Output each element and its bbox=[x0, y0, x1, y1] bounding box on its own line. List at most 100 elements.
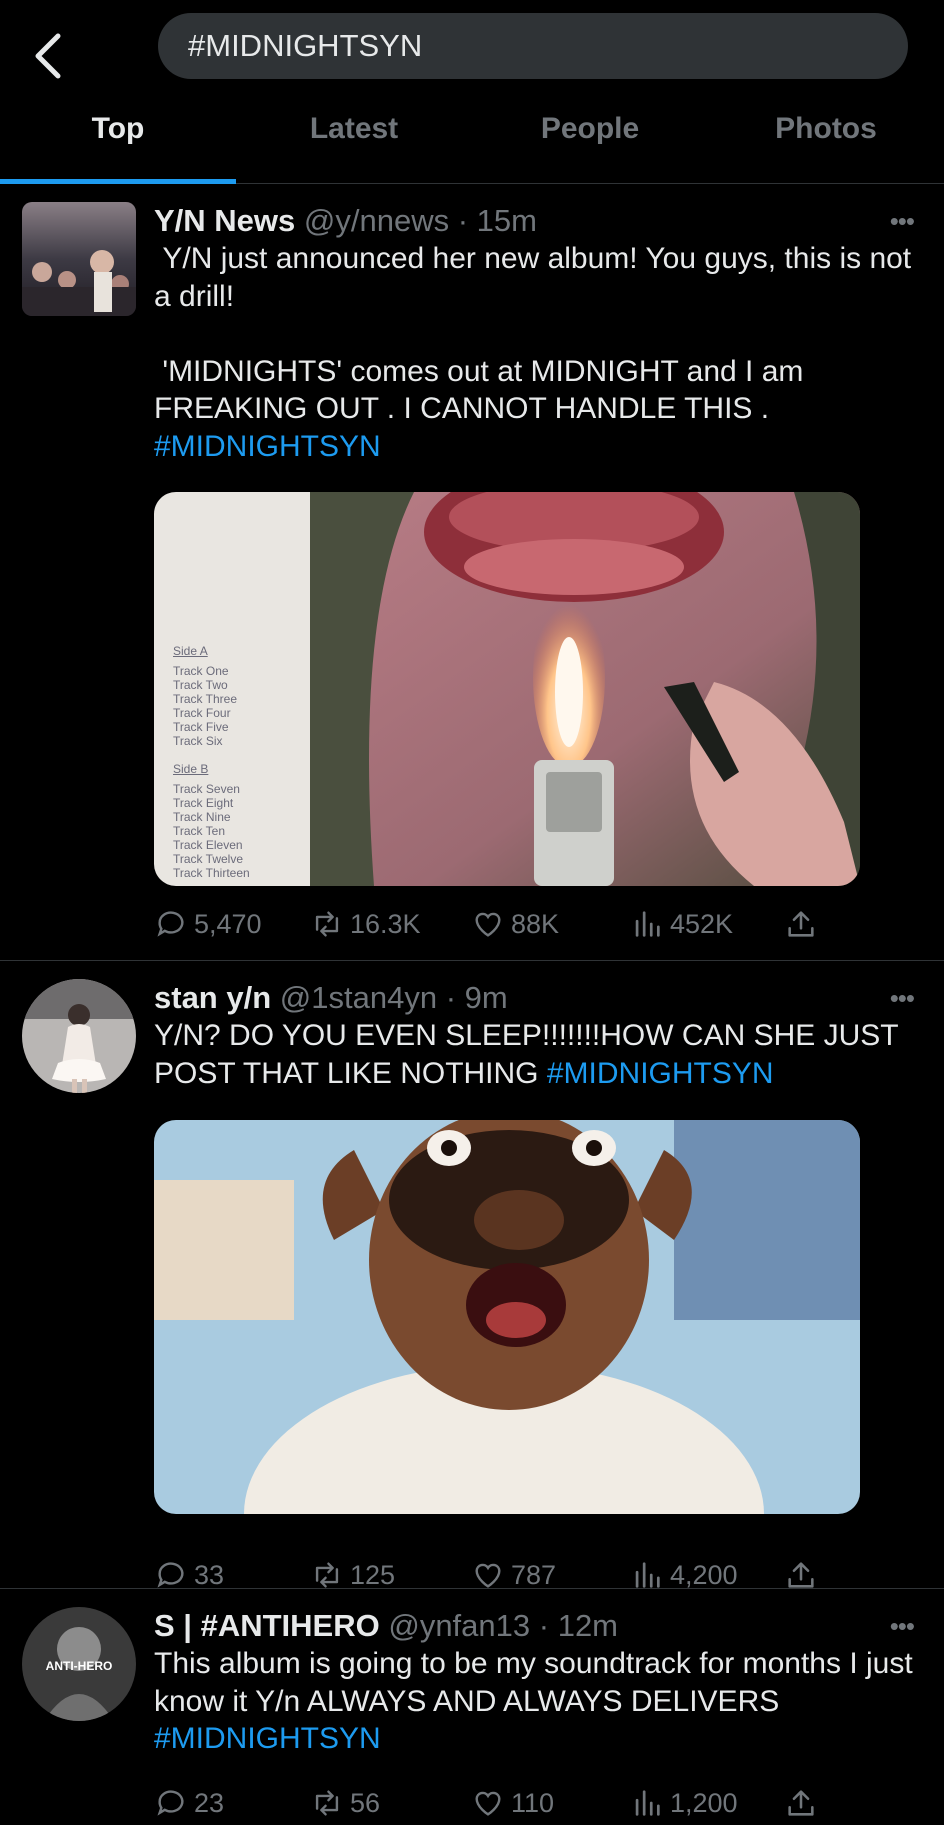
track-title: Track Eleven bbox=[173, 838, 243, 852]
tweet-text: Y/N? DO YOU EVEN SLEEP!!!!!!!HOW CAN SHE… bbox=[154, 1017, 914, 1092]
views-button[interactable]: 1,200 bbox=[630, 1781, 738, 1825]
track-title: Track Three bbox=[173, 692, 238, 706]
like-count: 110 bbox=[511, 1787, 555, 1818]
track-title: Track Ten bbox=[173, 824, 226, 838]
retweet-icon bbox=[315, 1790, 339, 1816]
views-icon bbox=[635, 911, 660, 937]
tweet-text: This album is going to be my soundtrack … bbox=[154, 1645, 914, 1758]
view-count: 4,200 bbox=[670, 1559, 738, 1590]
views-icon bbox=[635, 1790, 660, 1816]
hashtag-link[interactable]: #MIDNIGHTSYN bbox=[154, 430, 381, 463]
tab-latest[interactable]: Latest bbox=[236, 100, 472, 183]
avatar-text: ANTI-HERO bbox=[45, 1659, 113, 1673]
album-cover-image[interactable]: Side A Track One Track Two Track Three T… bbox=[154, 492, 860, 886]
reply-button[interactable]: 23 bbox=[154, 1781, 224, 1825]
avatar[interactable] bbox=[22, 979, 136, 1093]
tweet[interactable]: Y/N News @y/nnews · 15m ••• Y/N just ann… bbox=[0, 184, 944, 961]
back-arrow-icon[interactable] bbox=[30, 30, 70, 82]
reaction-gif-image[interactable] bbox=[154, 1120, 860, 1514]
search-tabs: Top Latest People Photos bbox=[0, 100, 944, 184]
retweet-count: 56 bbox=[350, 1787, 381, 1818]
hashtag-link[interactable]: #MIDNIGHTSYN bbox=[547, 1057, 774, 1090]
share-button[interactable] bbox=[784, 902, 818, 946]
views-button[interactable]: 452K bbox=[630, 902, 733, 946]
track-title: Track Four bbox=[173, 706, 231, 720]
view-count: 452K bbox=[670, 908, 734, 939]
handle[interactable]: @1stan4yn bbox=[280, 980, 437, 1015]
track-title: Track Thirteen bbox=[173, 866, 250, 880]
reply-icon bbox=[157, 1790, 184, 1816]
tab-top[interactable]: Top bbox=[0, 100, 236, 184]
tweet[interactable]: ANTI-HERO S | #ANTIHERO @ynfan13 · 12m •… bbox=[0, 1589, 944, 1818]
tab-label: Photos bbox=[775, 112, 877, 145]
tab-label: Top bbox=[91, 112, 145, 145]
heart-icon bbox=[475, 1563, 501, 1588]
tab-photos[interactable]: Photos bbox=[708, 100, 944, 183]
view-count: 1,200 bbox=[670, 1787, 738, 1818]
like-count: 88K bbox=[511, 908, 560, 939]
track-title: Track Twelve bbox=[173, 852, 244, 866]
like-count: 787 bbox=[511, 1559, 557, 1590]
reply-count: 23 bbox=[194, 1787, 225, 1818]
avatar[interactable] bbox=[22, 202, 136, 316]
tweet[interactable]: stan y/n @1stan4yn · 9m ••• Y/N? DO YOU … bbox=[0, 961, 944, 1590]
tweet-body: This album is going to be my soundtrack … bbox=[154, 1647, 913, 1718]
reply-icon bbox=[157, 911, 184, 937]
heart-icon bbox=[475, 912, 501, 937]
share-icon bbox=[788, 1790, 814, 1816]
track-title: Track Seven bbox=[173, 782, 240, 796]
retweet-count: 16.3K bbox=[350, 908, 421, 939]
track-title: Track Nine bbox=[173, 810, 231, 824]
track-title: Track Two bbox=[173, 678, 228, 692]
side-b-label: Side B bbox=[173, 762, 209, 776]
heart-icon bbox=[475, 1791, 501, 1816]
track-title: Track Eight bbox=[173, 796, 234, 810]
reply-count: 33 bbox=[194, 1559, 225, 1590]
tab-label: Latest bbox=[309, 112, 399, 145]
tweet-actions: 5,470 16.3K 88K 452K bbox=[154, 902, 854, 946]
reply-count: 5,470 bbox=[194, 908, 262, 939]
tweet-body: Y/N? DO YOU EVEN SLEEP!!!!!!!HOW CAN SHE… bbox=[154, 1019, 907, 1090]
handle[interactable]: @ynfan13 bbox=[388, 1608, 530, 1643]
tab-label: People bbox=[540, 112, 640, 145]
tweet-body: Y/N just announced her new album! You gu… bbox=[154, 242, 912, 425]
like-button[interactable]: 110 bbox=[471, 1781, 554, 1825]
avatar[interactable]: ANTI-HERO bbox=[22, 1607, 136, 1721]
search-input[interactable] bbox=[186, 27, 880, 65]
side-a-label: Side A bbox=[173, 644, 208, 658]
retweet-icon bbox=[315, 911, 339, 937]
track-title: Track One bbox=[173, 664, 229, 678]
tweet-header: Y/N News @y/nnews · 15m bbox=[154, 203, 537, 238]
tweet-text: Y/N just announced her new album! You gu… bbox=[154, 240, 914, 465]
retweet-button[interactable]: 56 bbox=[310, 1781, 380, 1825]
more-options-icon[interactable]: ••• bbox=[884, 1607, 915, 1645]
share-icon bbox=[788, 1562, 814, 1588]
share-icon bbox=[788, 911, 814, 937]
tweet-header: S | #ANTIHERO @ynfan13 · 12m bbox=[154, 1608, 619, 1643]
more-options-icon[interactable]: ••• bbox=[884, 979, 915, 1017]
track-title: Track Five bbox=[173, 720, 229, 734]
handle[interactable]: @y/nnews bbox=[304, 203, 449, 238]
timestamp[interactable]: 9m bbox=[465, 980, 508, 1015]
display-name[interactable]: stan y/n bbox=[154, 980, 271, 1015]
like-button[interactable]: 88K bbox=[471, 902, 559, 946]
retweet-button[interactable]: 16.3K bbox=[310, 902, 421, 946]
track-title: Track Six bbox=[173, 734, 223, 748]
retweet-count: 125 bbox=[350, 1559, 396, 1590]
tab-people[interactable]: People bbox=[472, 100, 708, 183]
display-name[interactable]: S | #ANTIHERO bbox=[154, 1608, 380, 1643]
search-bar[interactable] bbox=[158, 13, 908, 79]
more-options-icon[interactable]: ••• bbox=[884, 202, 915, 240]
reply-icon bbox=[157, 1562, 184, 1588]
tweet-header: stan y/n @1stan4yn · 9m bbox=[154, 980, 508, 1015]
display-name[interactable]: Y/N News bbox=[154, 203, 295, 238]
tweet-actions: 23 56 110 1,200 bbox=[154, 1781, 854, 1825]
retweet-icon bbox=[315, 1562, 339, 1588]
share-button[interactable] bbox=[784, 1781, 818, 1825]
timestamp[interactable]: 15m bbox=[477, 203, 537, 238]
top-bar bbox=[0, 0, 944, 100]
hashtag-link[interactable]: #MIDNIGHTSYN bbox=[154, 1722, 381, 1755]
timestamp[interactable]: 12m bbox=[558, 1608, 618, 1643]
reply-button[interactable]: 5,470 bbox=[154, 902, 262, 946]
views-icon bbox=[635, 1562, 660, 1588]
